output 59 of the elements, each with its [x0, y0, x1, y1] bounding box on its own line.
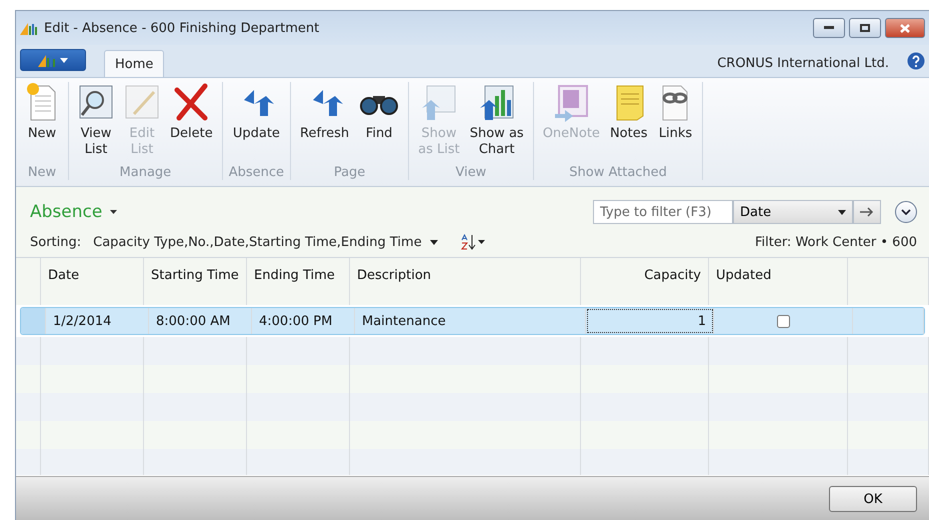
filter-field[interactable]: Type to filter (F3) [593, 200, 733, 224]
ribbon-button[interactable]: Show as Chart [466, 82, 527, 165]
updated-checkbox[interactable] [776, 314, 790, 328]
column-header[interactable]: Date [41, 258, 144, 305]
caret-icon [60, 58, 68, 62]
table-cell: 4:00:00 PM [252, 308, 355, 334]
ribbon-group-label: View [455, 165, 486, 180]
maximize-icon [860, 24, 870, 32]
table-cell: Maintenance [355, 308, 586, 334]
apply-filter-button[interactable] [853, 200, 881, 224]
close-icon [900, 24, 910, 32]
expand-button[interactable] [895, 201, 917, 223]
filter-field-dropdown[interactable]: Date [733, 200, 853, 224]
page-title: Absence [30, 202, 102, 222]
sorting-dropdown[interactable]: Capacity Type,No.,Date,Starting Time,Ending Time [93, 234, 438, 250]
window-title: Edit - Absence - 600 Finishing Department [44, 20, 320, 36]
column-header[interactable]: Description [350, 258, 581, 305]
ribbon-button[interactable]: Refresh [297, 82, 352, 165]
column-header[interactable]: Ending Time [247, 258, 350, 305]
caret-icon [838, 210, 846, 214]
table-cell: 8:00:00 AM [149, 308, 252, 334]
table-cell: 1/2/2014 [46, 308, 149, 334]
filter-info: Filter: Work Center • 600 [754, 234, 917, 250]
help-icon[interactable] [907, 52, 925, 70]
ribbon-button[interactable]: Links [654, 82, 696, 165]
close-button[interactable] [885, 18, 925, 38]
ribbon-group-label: New [28, 165, 56, 180]
ribbon-group-label: Page [334, 165, 366, 180]
notebook-icon [553, 82, 590, 122]
sort-order-icon[interactable] [460, 234, 486, 250]
column-header[interactable]: Updated [709, 258, 848, 305]
logo-icon [38, 53, 56, 67]
maximize-button[interactable] [849, 18, 881, 38]
ribbon-button[interactable]: Delete [167, 82, 216, 165]
ribbon-button[interactable]: New [22, 82, 62, 165]
chevron-down-icon [901, 209, 911, 215]
sorting-label: Sorting: [30, 234, 82, 250]
ribbon-tab[interactable]: Home [104, 50, 164, 77]
ribbon-button[interactable]: Notes [606, 82, 650, 165]
table-row[interactable]: 1/2/2014 8:00:00 AM 4:00:00 PM Maintenance 1 [20, 307, 925, 335]
ok-button[interactable]: OK [829, 486, 917, 512]
ribbon-group-label: Absence [228, 165, 284, 180]
arrow-right-icon [860, 207, 874, 217]
ribbon-button[interactable]: View List [75, 82, 117, 165]
company-name: CRONUS International Ltd. [717, 56, 889, 71]
ribbon-button[interactable]: Find [356, 82, 402, 165]
logo-icon [20, 21, 38, 35]
minimize-icon [824, 26, 834, 30]
caret-icon [430, 240, 438, 244]
ribbon-group-label: Manage [120, 165, 172, 180]
ribbon-group-label: Show Attached [569, 165, 667, 180]
minimize-button[interactable] [813, 18, 845, 38]
table-cell: 1 [586, 308, 714, 334]
caret-icon[interactable] [110, 210, 118, 214]
application-menu-button[interactable] [20, 49, 86, 71]
delete-icon [173, 82, 210, 122]
column-header[interactable]: Starting Time [144, 258, 247, 305]
column-header[interactable]: Capacity [581, 258, 709, 305]
ribbon-button[interactable]: Update [230, 82, 283, 165]
